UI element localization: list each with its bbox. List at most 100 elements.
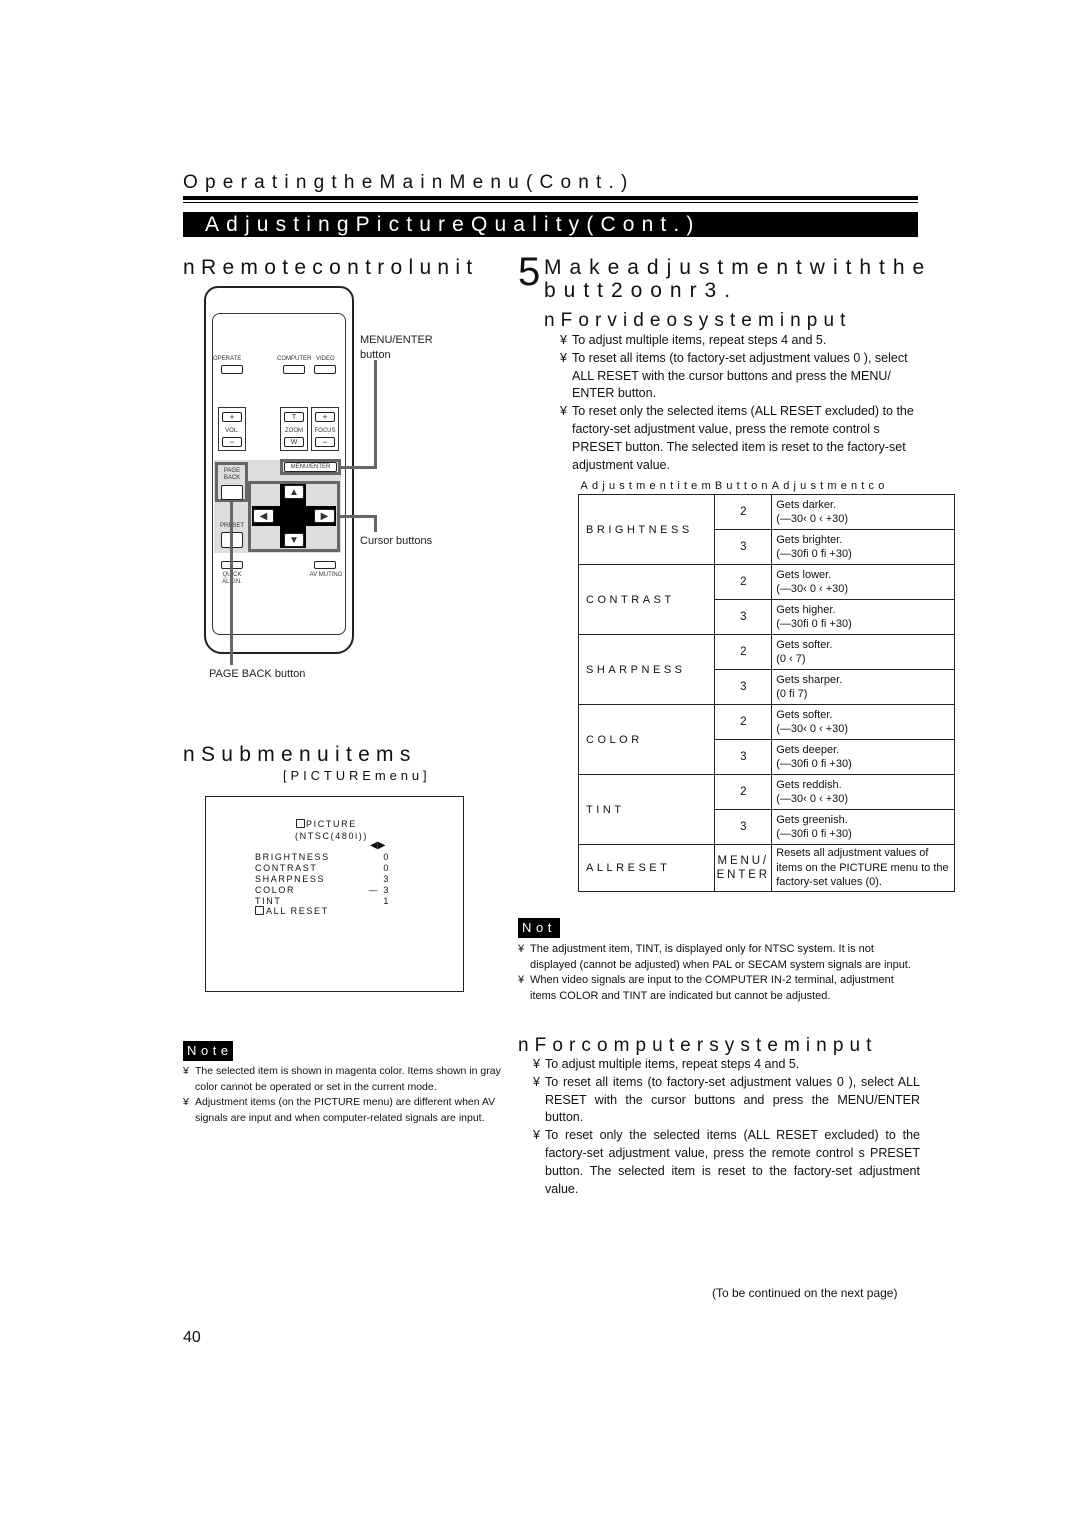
focus-label: FOCUS (314, 428, 336, 434)
zoom-label: ZOOM (285, 428, 303, 434)
result-text: Gets sharper. (776, 673, 843, 686)
step-title-line2: butt2oonr3. (544, 279, 739, 302)
range-text: (—30‹ 0 ‹ +30) (776, 513, 849, 525)
table-body: BRIGHTNESS 2 Gets darker. (—30‹ 0 ‹ +30) 3 Ge… (577, 494, 956, 845)
result-text: Gets softer. (776, 708, 833, 721)
button-cell: 2 (714, 634, 773, 670)
osd-item-value: 1 (383, 896, 390, 906)
computer-input-bullets: ¥ To adjust multiple items, repeat steps … (533, 1056, 920, 1198)
cursor-buttons-callout: Cursor buttons (360, 535, 433, 547)
menu-enter-callout-line-v (374, 360, 377, 469)
osd-item: BRIGHTNESS 0 (255, 852, 390, 863)
osd-item-label: SHARPNESS (255, 874, 326, 884)
submenu-heading: nSubmenuitems (183, 743, 417, 766)
range-text: (—30‹ 0 ‹ +30) (776, 793, 849, 805)
video-button[interactable] (314, 365, 336, 374)
result-text: Gets softer. (776, 638, 833, 651)
table-row: TINT 2 Gets reddish. (—30‹ 0 ‹ +30) (577, 774, 956, 845)
video-note-bullet: ¥ The adjustment item, TINT, is displayed… (518, 943, 911, 971)
table-row: BRIGHTNESS 2 Gets darker. (—30‹ 0 ‹ +30) (577, 494, 956, 565)
adjustment-content: Gets greenish. (—30fi 0 fi +30) (771, 809, 956, 845)
page-back-label: PAGE BACK (223, 468, 241, 481)
osd-signal: (NTSC(480i)) (295, 831, 368, 841)
header-adjustment-item: Adjustmentitem (580, 479, 715, 492)
av-muting-button[interactable] (314, 561, 336, 569)
adjustment-item: COLOR (577, 704, 716, 775)
adjustment-table: Adjustmentitem Button Adjustmentco BRIGH… (577, 477, 956, 892)
table-row-all-reset: ALLRESET MENU/ENTER Resets all adjustmen… (577, 844, 956, 892)
osd-item-value: 3 (383, 874, 390, 884)
zoom-wide-button[interactable]: W (284, 437, 304, 447)
menu-enter-callout-line1: MENU/ENTER (360, 334, 433, 346)
menu-enter-callout: MENU/ENTER button (360, 333, 433, 363)
computer-input-bullet: ¥ To reset all items (to factory-set adju… (533, 1074, 920, 1125)
table-row: SHARPNESS 2 Gets softer. (0 ‹ 7) (577, 634, 956, 705)
range-text: (0 fi 7) (776, 688, 808, 700)
adjustment-item: SHARPNESS (577, 634, 716, 705)
page-back-button[interactable] (221, 485, 243, 500)
button-cell: 2 (714, 704, 773, 740)
osd-item-value: 0 (383, 863, 390, 873)
result-text: Gets reddish. (776, 778, 842, 791)
header-rule-thin (183, 202, 918, 203)
operate-button[interactable] (221, 365, 243, 374)
range-text: (—30fi 0 fi +30) (776, 758, 852, 770)
adjustment-content: Gets higher. (—30fi 0 fi +30) (771, 599, 956, 635)
step-title: Makeadjustmentwiththe butt2oonr3. (544, 256, 932, 302)
osd-item-value: 0 (383, 852, 390, 862)
video-input-bullet: ¥ To reset only the selected items (ALL R… (560, 404, 914, 472)
video-input-bullet: ¥ To reset all items (to factory-set adju… (560, 350, 908, 401)
cursor-down-button[interactable]: ▼ (284, 533, 304, 547)
table-header-row: Adjustmentitem Button Adjustmentco (579, 477, 955, 495)
av-muting-label: AV MUTING (309, 572, 343, 578)
zoom-tele-button[interactable]: T (284, 412, 304, 422)
osd-item-label: BRIGHTNESS (255, 852, 330, 862)
adjustment-content: Gets reddish. (—30‹ 0 ‹ +30) (771, 774, 956, 810)
focus-minus-button[interactable]: − (315, 437, 335, 447)
video-note-badge: Not (518, 918, 560, 938)
adjustment-item: TINT (577, 774, 716, 845)
button-cell: 3 (714, 739, 773, 775)
cursor-left-button[interactable]: ◀ (253, 509, 274, 523)
range-text: (—30fi 0 fi +30) (776, 828, 852, 840)
page-back-callout-line (230, 500, 233, 665)
page-number: 40 (183, 1329, 201, 1346)
computer-button[interactable] (283, 365, 305, 374)
adjustment-content: Gets darker. (—30‹ 0 ‹ +30) (771, 494, 956, 530)
computer-input-heading: nForcomputersysteminput (518, 1035, 878, 1056)
button-cell: 2 (714, 494, 773, 530)
left-note-bullet: ¥ Adjustment items (on the PICTURE menu) … (183, 1096, 496, 1124)
range-text: (—30fi 0 fi +30) (776, 618, 852, 630)
picture-menu-icon (296, 819, 305, 828)
remote-heading: nRemotecontrolunit (183, 256, 479, 279)
vol-plus-button[interactable]: + (222, 412, 242, 422)
left-note-bullets: ¥ The selected item is shown in magenta c… (183, 1064, 501, 1126)
vol-minus-button[interactable]: − (222, 437, 242, 447)
cursor-right-button[interactable]: ▶ (314, 509, 335, 523)
button-cell: 3 (714, 599, 773, 635)
cursor-callout-line-v (374, 515, 377, 532)
menu-enter-button[interactable]: MENU/ENTER (284, 462, 337, 472)
result-text: Gets deeper. (776, 743, 840, 756)
all-reset-item: ALLRESET (577, 844, 716, 892)
range-text: (—30fi 0 fi +30) (776, 548, 852, 560)
adjustment-content: Gets brighter. (—30fi 0 fi +30) (771, 529, 956, 565)
result-text: Gets brighter. (776, 533, 843, 546)
osd-all-reset: ALL RESET (255, 906, 329, 916)
osd-item-label: CONTRAST (255, 863, 318, 873)
cursor-up-button[interactable]: ▲ (284, 485, 304, 499)
video-input-bullet: ¥ To adjust multiple items, repeat steps … (560, 333, 827, 347)
header-button: Button (714, 479, 772, 492)
operate-label: OPERATE (213, 356, 242, 362)
result-text: Gets greenish. (776, 813, 848, 826)
section-banner: AdjustingPictureQuality(Cont.) (183, 212, 918, 237)
adjustment-item: CONTRAST (577, 564, 716, 635)
result-text: Gets lower. (776, 568, 832, 581)
adjustment-content: Gets lower. (—30‹ 0 ‹ +30) (771, 564, 956, 600)
focus-plus-button[interactable]: + (315, 412, 335, 422)
table-row: CONTRAST 2 Gets lower. (—30‹ 0 ‹ +30) (577, 564, 956, 635)
step-title-line1: Makeadjustmentwiththe (544, 256, 933, 279)
all-reset-result: Resets all adjustment values of items on… (771, 844, 956, 892)
video-label: VIDEO (316, 356, 335, 362)
adjustment-content: Gets sharper. (0 fi 7) (771, 669, 956, 705)
